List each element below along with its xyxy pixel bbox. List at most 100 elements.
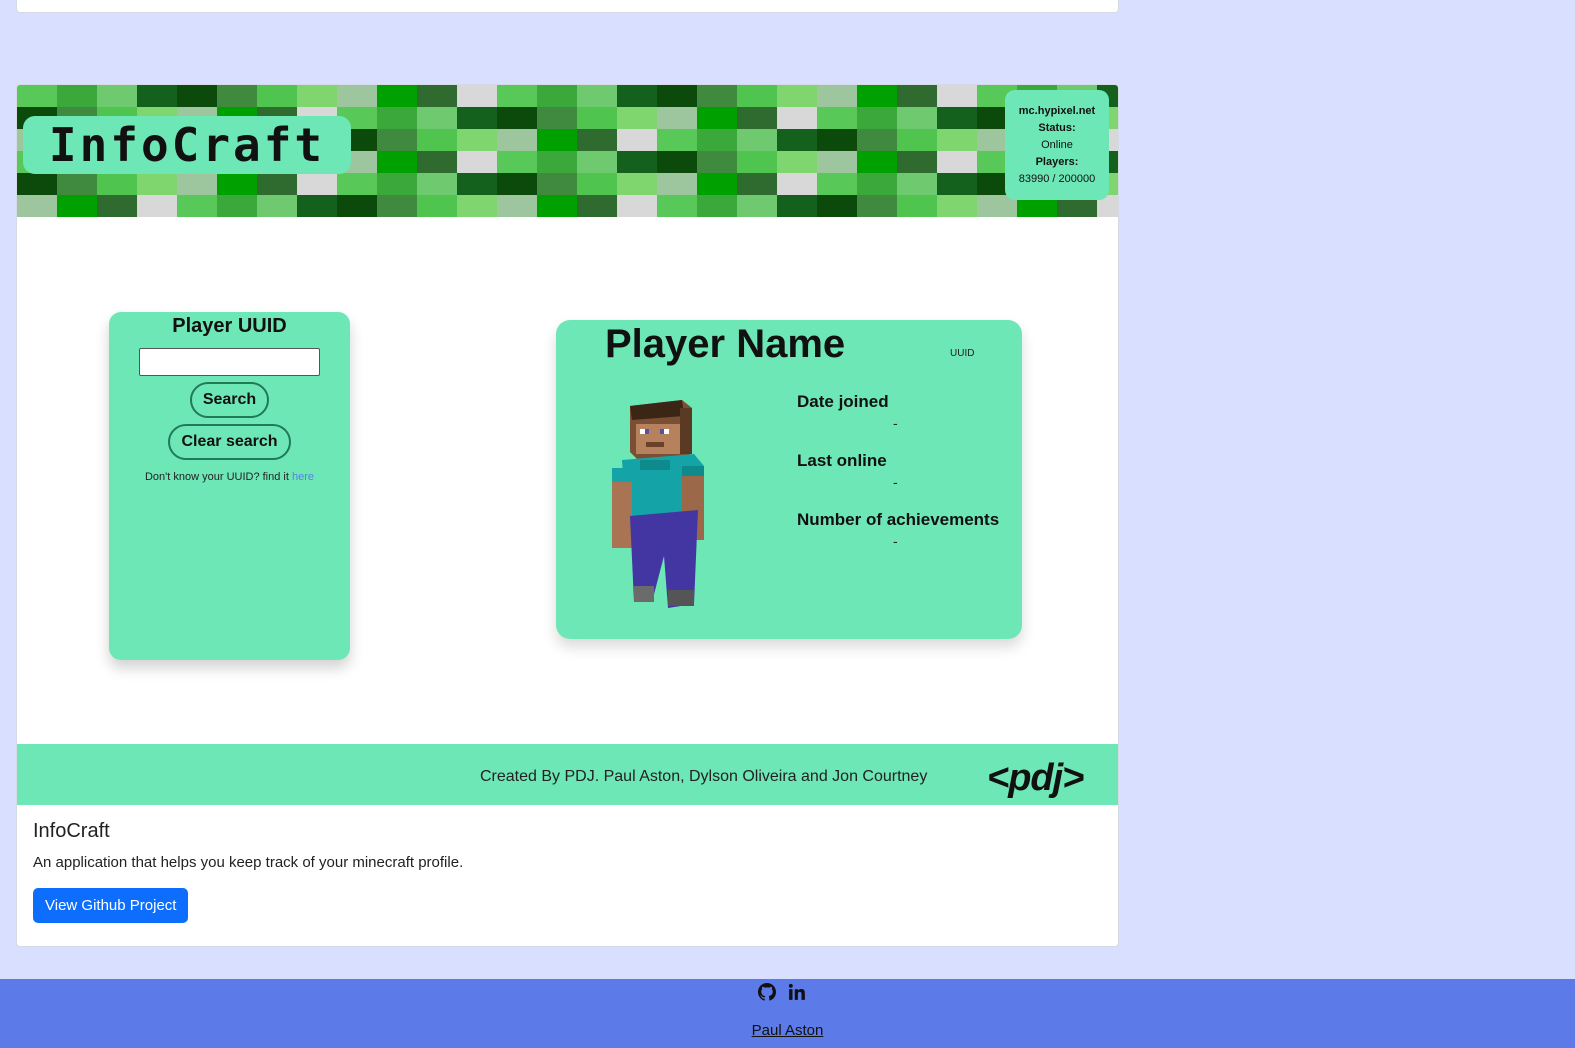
banner-tile (17, 173, 57, 195)
banner-tile (857, 195, 897, 217)
project-screenshot: InfoCraft mc.hypixel.net Status: Online … (17, 85, 1118, 805)
banner-tile (17, 195, 57, 217)
server-host: mc.hypixel.net (1018, 105, 1096, 117)
banner-tile (537, 151, 577, 173)
banner-tile (417, 151, 457, 173)
stat-value: - (893, 415, 898, 431)
banner-tile (457, 129, 497, 151)
banner-tile (777, 129, 817, 151)
banner-tile (97, 173, 137, 195)
banner-tile (657, 107, 697, 129)
infocraft-logo: InfoCraft (23, 116, 351, 174)
clear-search-button[interactable]: Clear search (168, 424, 291, 460)
uuid-help: Don't know your UUID? find it here (109, 471, 350, 483)
server-status-label: Status: (1038, 122, 1076, 134)
banner-tile (297, 173, 337, 195)
banner-tile (857, 129, 897, 151)
banner-tile (617, 129, 657, 151)
banner-tile (257, 173, 297, 195)
previous-project-card (16, 0, 1119, 13)
card-body: InfoCraft An application that helps you … (33, 820, 463, 923)
banner-tile (497, 85, 537, 107)
banner-tile (937, 129, 977, 151)
banner-tile (297, 195, 337, 217)
screenshot-footer: Created By PDJ. Paul Aston, Dylson Olive… (17, 744, 1118, 805)
banner-tile (537, 107, 577, 129)
banner-tile (377, 85, 417, 107)
stat-value: - (893, 474, 898, 490)
banner-tile (177, 195, 217, 217)
banner-tile (497, 129, 537, 151)
banner-tile (617, 107, 657, 129)
banner-tile (257, 195, 297, 217)
banner-tile (857, 151, 897, 173)
banner-tile (937, 195, 977, 217)
banner-tile (857, 173, 897, 195)
stat-label: Date joined (797, 392, 889, 411)
banner-tile (897, 151, 937, 173)
uuid-title: Player UUID (172, 315, 287, 337)
banner-tile (177, 173, 217, 195)
banner-tile (537, 195, 577, 217)
stat-label: Number of achievements (797, 510, 1000, 529)
banner-tile (737, 85, 777, 107)
banner-tile (497, 195, 537, 217)
search-button[interactable]: Search (189, 382, 270, 418)
banner-tile (697, 195, 737, 217)
banner-tile (657, 151, 697, 173)
github-icon[interactable] (758, 983, 777, 1001)
banner-tile (617, 151, 657, 173)
banner-tile (417, 129, 457, 151)
banner-tile (217, 85, 257, 107)
linkedin-icon[interactable] (788, 983, 806, 1001)
view-github-button[interactable]: View Github Project (33, 888, 189, 923)
banner-tile (897, 107, 937, 129)
banner-tile (377, 151, 417, 173)
banner-tile (697, 129, 737, 151)
banner-tile (737, 107, 777, 129)
banner-tile (777, 173, 817, 195)
banner-tile (297, 85, 337, 107)
banner-tile (97, 195, 137, 217)
site-footer: Paul Aston (0, 979, 1575, 1048)
banner-tile (457, 173, 497, 195)
banner-tile (697, 107, 737, 129)
server-players-label: Players: (1035, 156, 1079, 168)
project-card: InfoCraft mc.hypixel.net Status: Online … (16, 84, 1119, 947)
banner-tile (457, 195, 497, 217)
banner-tile (137, 195, 177, 217)
banner-tile (657, 85, 697, 107)
banner-tile (457, 107, 497, 129)
author-link[interactable]: Paul Aston (0, 1022, 1575, 1039)
banner-tile (217, 173, 257, 195)
banner-tile (537, 129, 577, 151)
banner-tile (777, 107, 817, 129)
banner-tile (617, 85, 657, 107)
banner-tile (417, 85, 457, 107)
banner-tile (937, 85, 977, 107)
banner-tile (377, 173, 417, 195)
banner-tile (897, 85, 937, 107)
banner-tile (857, 107, 897, 129)
server-players-value: 83990 / 200000 (1018, 173, 1096, 185)
project-title: InfoCraft (33, 820, 110, 842)
social-links (758, 983, 806, 1001)
uuid-help-link[interactable]: here (292, 471, 314, 483)
banner-tile (17, 85, 57, 107)
banner-tile (777, 195, 817, 217)
banner-tile (737, 129, 777, 151)
project-description: An application that helps you keep track… (33, 854, 464, 871)
pdj-logo: <pdj> (987, 757, 1084, 799)
banner-tile (577, 85, 617, 107)
credits-text: Created By PDJ. Paul Aston, Dylson Olive… (480, 768, 928, 785)
banner-tile (737, 151, 777, 173)
banner-tile (577, 107, 617, 129)
banner-tile (337, 173, 377, 195)
uuid-input[interactable] (139, 348, 320, 376)
banner-tile (897, 195, 937, 217)
player-name: Player Name (605, 322, 846, 366)
banner-tile (257, 85, 297, 107)
banner-tile (937, 107, 977, 129)
banner-tile (657, 173, 697, 195)
banner-tile (857, 85, 897, 107)
